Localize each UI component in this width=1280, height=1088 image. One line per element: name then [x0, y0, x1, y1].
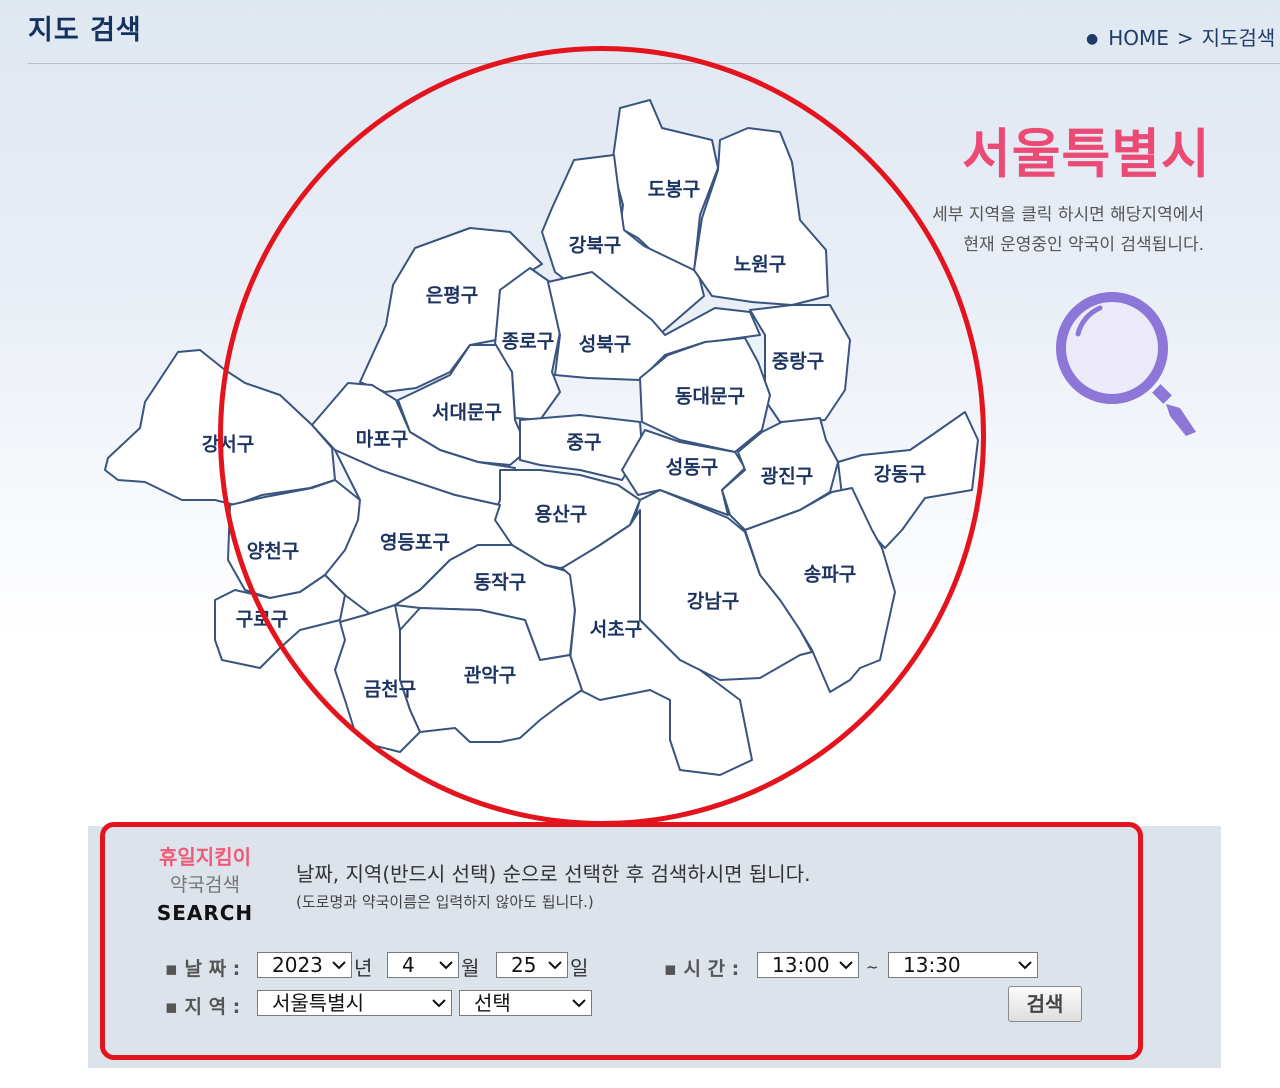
title-divider [28, 63, 1280, 64]
time-from-select[interactable]: 13:00 [757, 952, 859, 978]
time-label: ▪ 시 간 : [664, 958, 740, 980]
chevron-down-icon [432, 999, 446, 1008]
region-city-value: 서울특별시 [272, 991, 364, 1015]
bullet-icon: ● [1086, 31, 1099, 47]
chevron-down-icon [1018, 961, 1032, 970]
city-title: 서울특별시 [962, 124, 1211, 185]
district-shapes [104, 99, 979, 776]
search-guide-sub: (도로명과 약국이름은 입력하지 않아도 됩니다.) [296, 893, 594, 911]
month-unit: 월 [461, 956, 480, 980]
year-unit: 년 [354, 956, 373, 980]
breadcrumb-current: 지도검색 [1201, 26, 1276, 50]
seoul-district-map: 도봉구강북구노원구은평구종로구 성북구중랑구동대문구서대문구마포구강서구 중구성동구… [104, 99, 979, 776]
chevron-down-icon [439, 961, 453, 970]
day-select[interactable]: 25 [496, 952, 568, 978]
chevron-down-icon [548, 961, 562, 970]
district-11[interactable] [104, 349, 336, 506]
search-guide: 날짜, 지역(반드시 선택) 순으로 선택한 후 검색하시면 됩니다. [296, 862, 811, 886]
magnifier-icon [1056, 292, 1196, 436]
region-city-select[interactable]: 서울특별시 [257, 990, 452, 1016]
breadcrumb-separator: > [1176, 26, 1194, 50]
page-title: 지도 검색 [28, 15, 142, 46]
region-district-value: 선택 [474, 991, 511, 1015]
day-value: 25 [511, 953, 537, 977]
time-from-value: 13:00 [772, 953, 830, 977]
city-description-line2: 현재 운영중인 약국이 검색됩니다. [963, 235, 1204, 255]
chevron-down-icon [572, 999, 586, 1008]
year-select[interactable]: 2023 [257, 952, 352, 978]
city-description: 세부 지역을 클릭 하시면 해당지역에서 현재 운영중인 약국이 검색됩니다. [904, 200, 1204, 260]
date-label: ▪ 날 짜 : [165, 958, 241, 980]
chevron-down-icon [332, 961, 346, 970]
brand-line2: 약국검색 [170, 874, 240, 896]
region-label: ▪ 지 역 : [165, 996, 241, 1018]
search-button[interactable]: 검색 [1008, 986, 1082, 1022]
day-unit: 일 [570, 956, 589, 980]
city-description-line1: 세부 지역을 클릭 하시면 해당지역에서 [932, 205, 1204, 225]
search-brand: 휴일지킴이 약국검색 SEARCH [150, 843, 260, 927]
time-to-value: 13:30 [903, 953, 961, 977]
chevron-down-icon [839, 961, 853, 970]
region-district-select[interactable]: 선택 [459, 990, 592, 1016]
breadcrumb: ● HOME > 지도검색 [1086, 22, 1275, 51]
year-value: 2023 [272, 953, 323, 977]
time-separator: ~ [866, 958, 879, 976]
brand-line1: 휴일지킴이 [159, 845, 251, 869]
month-value: 4 [402, 953, 415, 977]
time-to-select[interactable]: 13:30 [888, 952, 1038, 978]
month-select[interactable]: 4 [387, 952, 459, 978]
brand-line3: SEARCH [156, 901, 254, 925]
breadcrumb-home[interactable]: HOME [1108, 26, 1169, 50]
